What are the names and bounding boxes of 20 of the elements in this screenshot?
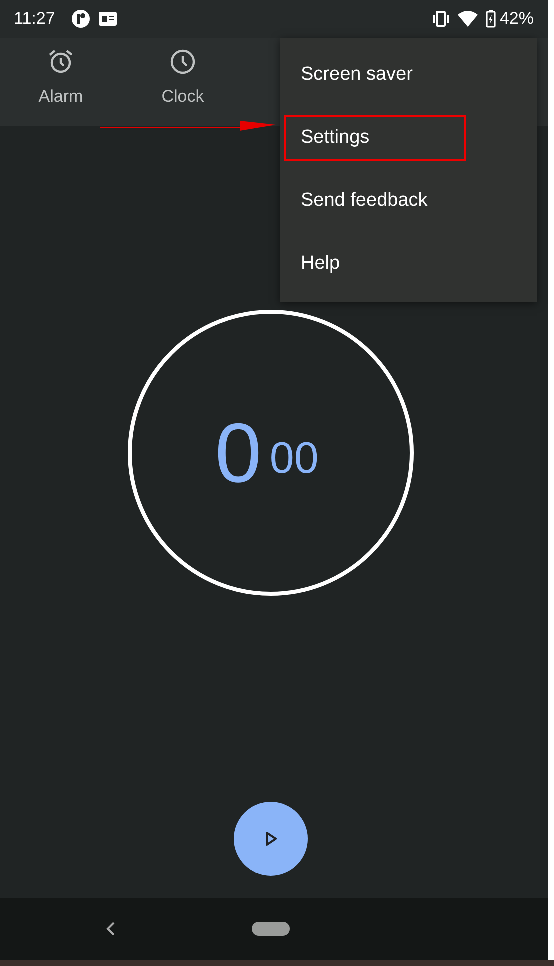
alarm-icon [47,48,75,76]
clock-icon [169,48,197,76]
battery-icon [486,10,496,28]
tab[interactable]: Clock [122,38,244,126]
tab[interactable]: Alarm [0,38,122,126]
home-button[interactable] [252,922,290,936]
app-notification-icon [71,9,92,29]
menu-item[interactable]: Screen saver [280,44,537,107]
timer-hundredths: 00 [270,437,319,481]
back-icon[interactable] [106,921,116,937]
wifi-icon [458,11,478,27]
battery-level: 42% [500,8,534,30]
vibrate-icon [432,11,450,27]
menu-item[interactable]: Settings [284,115,466,161]
news-notification-icon [99,12,118,26]
timer-seconds: 0 [215,411,262,495]
status-time: 11:27 [14,8,56,30]
menu-item[interactable]: Help [280,233,537,296]
play-icon [264,831,278,847]
menu-item[interactable]: Send feedback [280,170,537,233]
